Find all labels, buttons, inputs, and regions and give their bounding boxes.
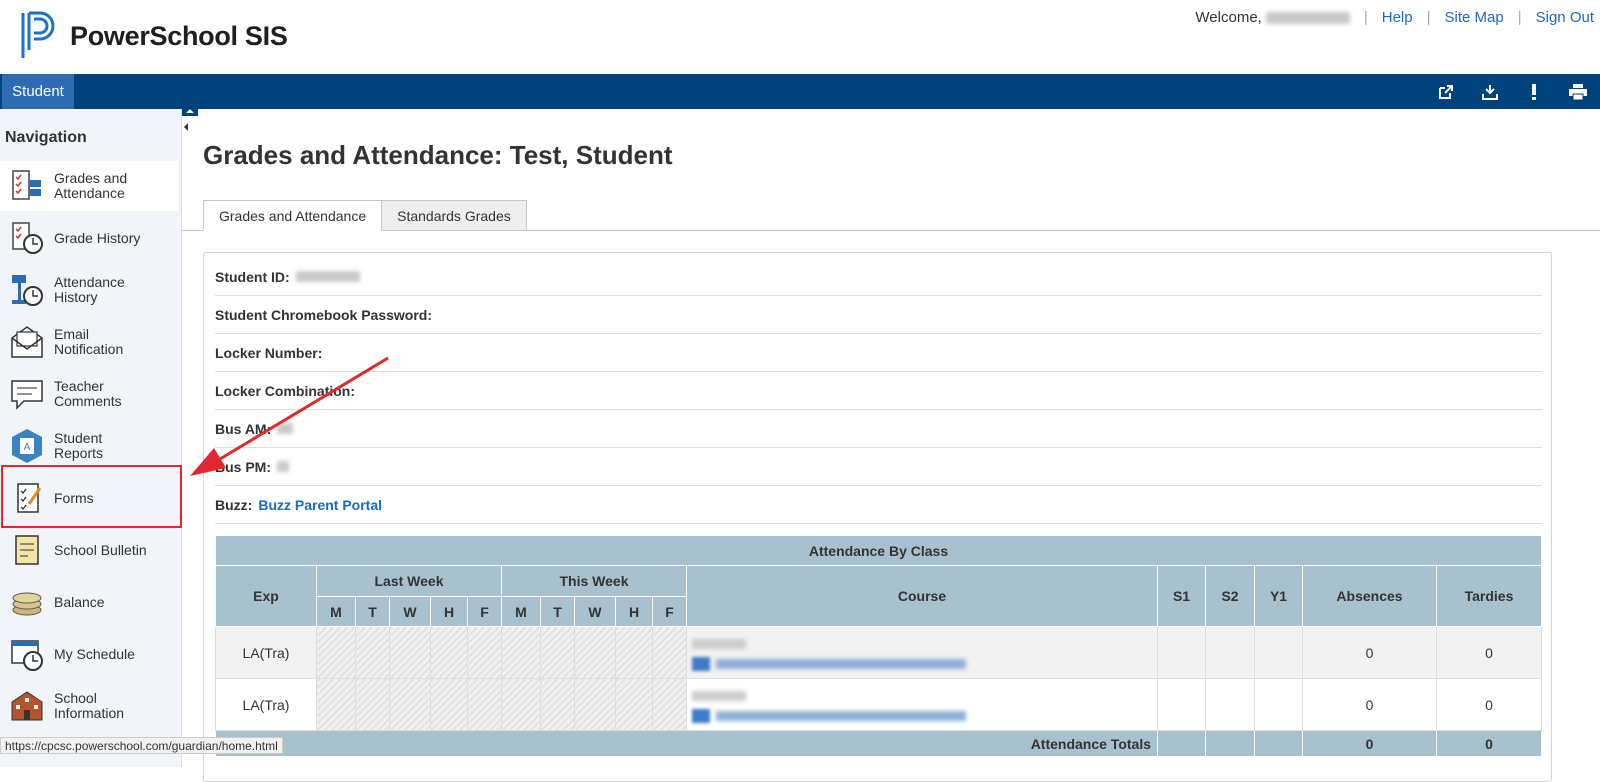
col-course: Course bbox=[686, 565, 1158, 627]
external-link-icon[interactable] bbox=[1424, 74, 1468, 109]
powerschool-p-icon bbox=[21, 11, 55, 58]
totals-row: Attendance Totals 0 0 bbox=[215, 730, 1542, 757]
col-this-week: This Week bbox=[501, 565, 687, 597]
nav-item-grade-history[interactable]: Grade History bbox=[0, 213, 178, 263]
locker-combination-row: Locker Combination: bbox=[215, 372, 1542, 410]
col-day: M bbox=[316, 596, 356, 627]
col-day: F bbox=[652, 596, 687, 627]
course-cell[interactable] bbox=[686, 678, 1158, 731]
page-title: Grades and Attendance: Test, Student bbox=[203, 140, 673, 170]
bus-am-redacted bbox=[277, 423, 294, 434]
print-icon[interactable] bbox=[1556, 74, 1600, 109]
svg-text:A: A bbox=[24, 442, 31, 453]
download-icon[interactable] bbox=[1468, 74, 1512, 109]
powerschool-logo[interactable]: PowerSchool SIS bbox=[18, 10, 288, 62]
attendance-history-icon bbox=[12, 275, 43, 306]
table-row: LA(Tra) 0 0 bbox=[215, 626, 1542, 679]
totals-label: Attendance Totals bbox=[215, 730, 1158, 757]
exp-cell: LA(Tra) bbox=[215, 626, 317, 679]
table-row: LA(Tra) 0 0 bbox=[215, 678, 1542, 731]
tardies-cell[interactable]: 0 bbox=[1436, 678, 1542, 731]
attendance-caption: Attendance By Class bbox=[215, 535, 1542, 566]
reports-icon: A bbox=[12, 429, 42, 463]
col-day: H bbox=[615, 596, 653, 627]
balance-icon bbox=[12, 592, 42, 616]
nav-item-balance[interactable]: Balance bbox=[0, 577, 178, 627]
top-links: Welcome, | Help | Site Map | Sign Out bbox=[1195, 9, 1594, 26]
absences-cell[interactable]: 0 bbox=[1302, 626, 1437, 679]
col-last-week: Last Week bbox=[316, 565, 502, 597]
col-s1: S1 bbox=[1157, 565, 1206, 627]
col-exp: Exp bbox=[215, 565, 317, 627]
student-id-row: Student ID: bbox=[215, 258, 1542, 296]
school-icon bbox=[11, 691, 43, 721]
nav-item-school-information[interactable]: School Information bbox=[0, 681, 178, 731]
nav-item-my-schedule[interactable]: My Schedule bbox=[0, 629, 178, 679]
bus-pm-redacted bbox=[277, 461, 289, 472]
nav-item-student-reports[interactable]: A Student Reports bbox=[0, 421, 178, 471]
col-day: W bbox=[389, 596, 431, 627]
buzz-parent-portal-link[interactable]: Buzz Parent Portal bbox=[258, 497, 382, 513]
grades-icon bbox=[12, 170, 41, 200]
status-bar-url: https://cpcsc.powerschool.com/guardian/h… bbox=[0, 737, 283, 754]
app-name: PowerSchool SIS bbox=[70, 20, 288, 51]
site-map-link[interactable]: Site Map bbox=[1445, 9, 1504, 26]
schedule-icon bbox=[11, 640, 43, 671]
bus-am-row: Bus AM: bbox=[215, 410, 1542, 448]
totals-tardies: 0 bbox=[1436, 730, 1542, 757]
tardies-cell[interactable]: 0 bbox=[1436, 626, 1542, 679]
col-day: H bbox=[430, 596, 468, 627]
chromebook-password-row: Student Chromebook Password: bbox=[215, 296, 1542, 334]
header: PowerSchool SIS Welcome, | Help | Site M… bbox=[0, 0, 1600, 74]
absences-cell[interactable]: 0 bbox=[1302, 678, 1437, 731]
bus-pm-row: Bus PM: bbox=[215, 448, 1542, 486]
student-tab[interactable]: Student bbox=[2, 74, 74, 109]
course-cell[interactable] bbox=[686, 626, 1158, 679]
navigation-sidebar: Navigation Grades and Attendance Grade H… bbox=[0, 109, 182, 767]
user-name-redacted bbox=[1265, 11, 1350, 24]
email-icon bbox=[11, 326, 43, 358]
sign-out-link[interactable]: Sign Out bbox=[1536, 9, 1594, 26]
tab-standards-grades[interactable]: Standards Grades bbox=[381, 200, 527, 231]
exp-cell: LA(Tra) bbox=[215, 678, 317, 731]
nav-item-teacher-comments[interactable]: Teacher Comments bbox=[0, 369, 178, 419]
grade-history-icon bbox=[12, 222, 43, 254]
col-day: T bbox=[540, 596, 575, 627]
col-day: F bbox=[467, 596, 502, 627]
nav-item-email-notification[interactable]: Email Notification bbox=[0, 317, 178, 367]
attendance-table: Attendance By Class Exp Last Week This W… bbox=[215, 535, 1542, 757]
locker-number-row: Locker Number: bbox=[215, 334, 1542, 372]
col-day: T bbox=[355, 596, 390, 627]
help-link[interactable]: Help bbox=[1382, 9, 1413, 26]
main-content: Grades and Attendance: Test, Student Gra… bbox=[182, 109, 1600, 782]
navigation-title: Navigation bbox=[5, 129, 87, 146]
student-info-panel: Student ID: Student Chromebook Password:… bbox=[203, 252, 1552, 782]
col-day: M bbox=[501, 596, 541, 627]
buzz-row: Buzz: Buzz Parent Portal bbox=[215, 486, 1542, 524]
welcome-text: Welcome, bbox=[1195, 9, 1262, 26]
col-day: W bbox=[574, 596, 616, 627]
bulletin-icon bbox=[15, 535, 39, 565]
nav-item-school-bulletin[interactable]: School Bulletin bbox=[0, 525, 178, 575]
totals-absences: 0 bbox=[1302, 730, 1437, 757]
top-bar: Student bbox=[0, 74, 1600, 109]
nav-item-attendance-history[interactable]: Attendance History bbox=[0, 265, 178, 315]
forms-highlight-box bbox=[1, 465, 182, 528]
col-absences: Absences bbox=[1302, 565, 1437, 627]
tab-grades-attendance[interactable]: Grades and Attendance bbox=[203, 200, 383, 231]
col-y1: Y1 bbox=[1254, 565, 1303, 627]
col-s2: S2 bbox=[1205, 565, 1255, 627]
comments-icon bbox=[11, 380, 43, 410]
nav-item-grades-attendance[interactable]: Grades and Attendance bbox=[0, 161, 178, 211]
tab-bar: Grades and Attendance Standards Grades bbox=[203, 200, 527, 231]
student-id-redacted bbox=[295, 271, 360, 282]
col-tardies: Tardies bbox=[1436, 565, 1542, 627]
alert-icon[interactable] bbox=[1512, 74, 1556, 109]
